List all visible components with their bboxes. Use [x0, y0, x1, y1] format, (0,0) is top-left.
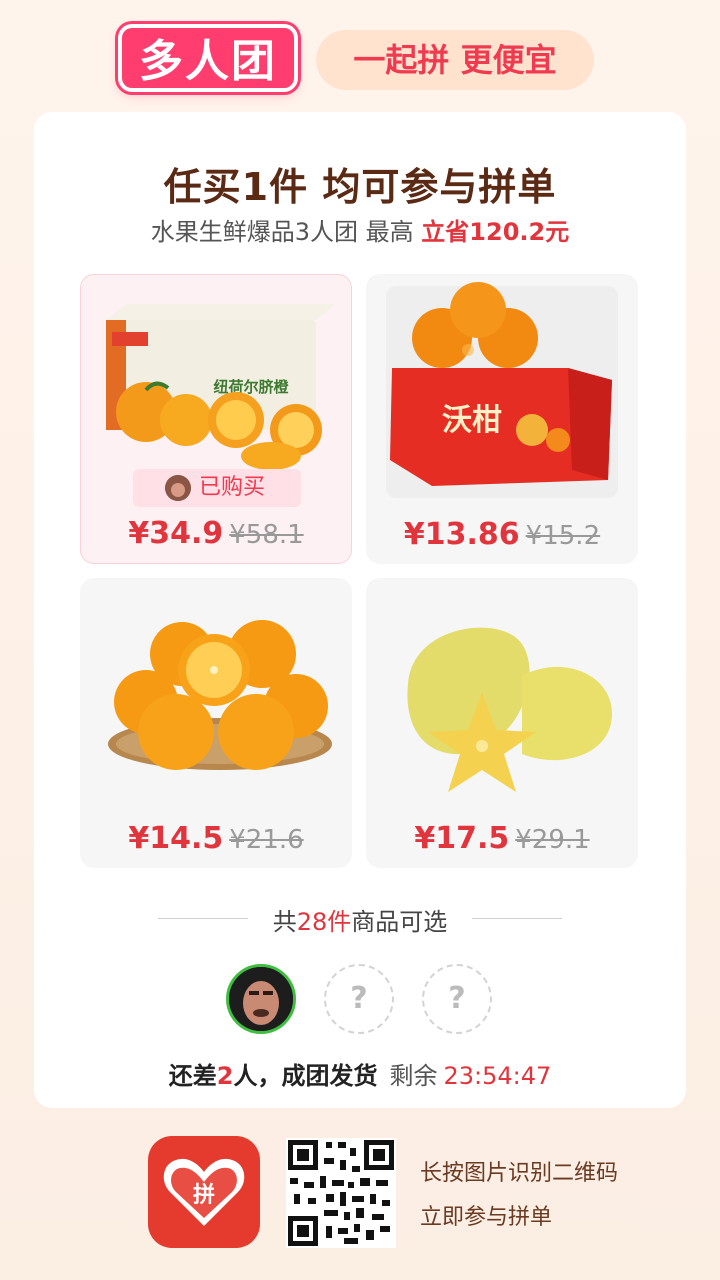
countdown-timer: 23:54:47 [443, 1062, 552, 1090]
product-tile-starfruit[interactable]: ¥17.5 ¥29.1 [366, 578, 638, 868]
savings-highlight: 立省120.2元 [421, 218, 570, 246]
group-status: 还差2人，成团发货 剩余 23:54:47 [34, 1056, 686, 1091]
svg-text:沃柑: 沃柑 [442, 403, 502, 438]
current-price: ¥34.9 [128, 516, 224, 551]
status-suffix: 人，成团发货 [233, 1062, 378, 1090]
members-needed: 还差2人，成团发货 [169, 1062, 378, 1090]
product-count-row: 共28件商品可选 [34, 898, 686, 938]
product-tile-wogan[interactable]: 沃柑 ¥13.86 ¥15.2 [366, 274, 638, 564]
slogan-banner: 一起拼 更便宜 [316, 30, 594, 90]
group-buy-card: 任买1件 均可参与拼单 水果生鲜爆品3人团 最高 立省120.2元 纽荷尔脐橙 … [34, 112, 686, 1108]
purchased-badge: 已购买 [133, 469, 301, 507]
wogan-box-image: 沃柑 [386, 282, 618, 498]
price-row: ¥14.5 ¥21.6 [80, 821, 352, 856]
count-prefix: 共 [272, 908, 297, 936]
members-needed-number: 2 [216, 1062, 234, 1090]
count-suffix: 商品可选 [351, 908, 448, 936]
remaining-label: 剩余 [389, 1062, 438, 1090]
card-subtitle: 水果生鲜爆品3人团 最高 立省120.2元 [34, 212, 686, 247]
qr-instruction-line1: 长按图片识别二维码 [420, 1161, 619, 1186]
original-price: ¥21.6 [229, 825, 304, 855]
current-price: ¥17.5 [414, 821, 510, 856]
original-price: ¥15.2 [525, 521, 601, 551]
current-price: ¥14.5 [128, 821, 224, 856]
status-prefix: 还差 [168, 1062, 217, 1090]
original-price: ¥58.1 [229, 520, 304, 550]
price-row: ¥34.9 ¥58.1 [81, 516, 351, 551]
qr-code[interactable] [286, 1138, 396, 1248]
buyer-avatar [165, 475, 191, 501]
current-price: ¥13.86 [403, 517, 520, 552]
product-count-text: 共28件商品可选 [34, 902, 686, 937]
pinduoduo-app-icon: 拼 [148, 1136, 260, 1248]
starfruit-image [407, 627, 612, 792]
empty-member-slot[interactable]: ? [324, 964, 394, 1034]
original-price: ¥29.1 [515, 825, 590, 855]
footer: 拼 长按图片识别二维码 立即参与拼单 [0, 1108, 720, 1280]
card-title: 任买1件 均可参与拼单 [163, 165, 557, 209]
duorentuan-logo: 多人团 [118, 24, 298, 92]
group-leader-avatar[interactable] [226, 964, 296, 1034]
count-number: 28件 [296, 908, 352, 936]
price-row: ¥17.5 ¥29.1 [366, 821, 638, 856]
empty-member-slot[interactable]: ? [422, 964, 492, 1034]
orange-basket-image [108, 620, 332, 770]
app-icon-text: 拼 [193, 1182, 215, 1208]
purchased-label: 已购买 [199, 475, 266, 500]
qr-instructions: 长按图片识别二维码 立即参与拼单 [420, 1152, 618, 1240]
product-tile-navel-orange[interactable]: 纽荷尔脐橙 已购买 ¥34.9 ¥58.1 [80, 274, 352, 564]
qr-instruction-line2: 立即参与拼单 [420, 1205, 553, 1230]
subtitle-text: 水果生鲜爆品3人团 最高 [150, 218, 422, 246]
price-row: ¥13.86 ¥15.2 [366, 517, 638, 552]
product-tile-orange[interactable]: ¥14.5 ¥21.6 [80, 578, 352, 868]
header: 多人团 一起拼 更便宜 [0, 0, 720, 112]
svg-text:纽荷尔脐橙: 纽荷尔脐橙 [213, 378, 289, 396]
